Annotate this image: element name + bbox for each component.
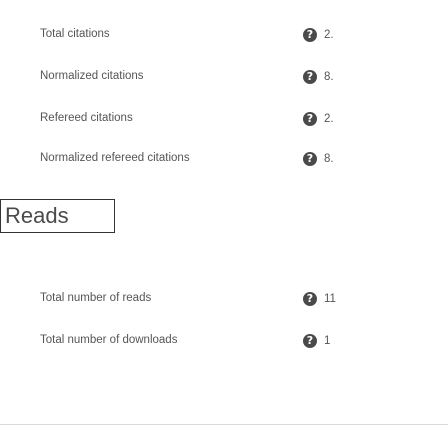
- normalized-citations-label: Normalized citations: [40, 70, 144, 82]
- question-circle-icon[interactable]: ?: [303, 152, 317, 166]
- total-citations-label: Total citations: [40, 28, 110, 40]
- total-citations-value: 2.: [324, 29, 334, 41]
- normalized-citations-value: 8.: [324, 71, 334, 83]
- total-reads-value: 11: [324, 293, 336, 305]
- divider: [0, 424, 448, 425]
- total-downloads-label: Total number of downloads: [40, 334, 178, 346]
- reads-section-title: Reads: [5, 203, 69, 228]
- normalized-refereed-citations-value: 8.: [324, 153, 334, 165]
- normalized-refereed-citations-label: Normalized refereed citations: [40, 152, 190, 164]
- reads-section-header: Reads: [0, 199, 115, 233]
- question-circle-icon[interactable]: ?: [303, 70, 317, 84]
- question-circle-icon[interactable]: ?: [303, 112, 317, 126]
- question-circle-icon[interactable]: ?: [303, 292, 317, 306]
- metrics-panel: Total citations ? 2. Normalized citation…: [0, 0, 448, 448]
- total-reads-label: Total number of reads: [40, 292, 152, 304]
- refereed-citations-label: Refereed citations: [40, 112, 133, 124]
- question-circle-icon[interactable]: ?: [303, 28, 317, 42]
- question-circle-icon[interactable]: ?: [303, 334, 317, 348]
- total-downloads-value: 1: [324, 335, 331, 347]
- refereed-citations-value: 2.: [324, 113, 334, 125]
